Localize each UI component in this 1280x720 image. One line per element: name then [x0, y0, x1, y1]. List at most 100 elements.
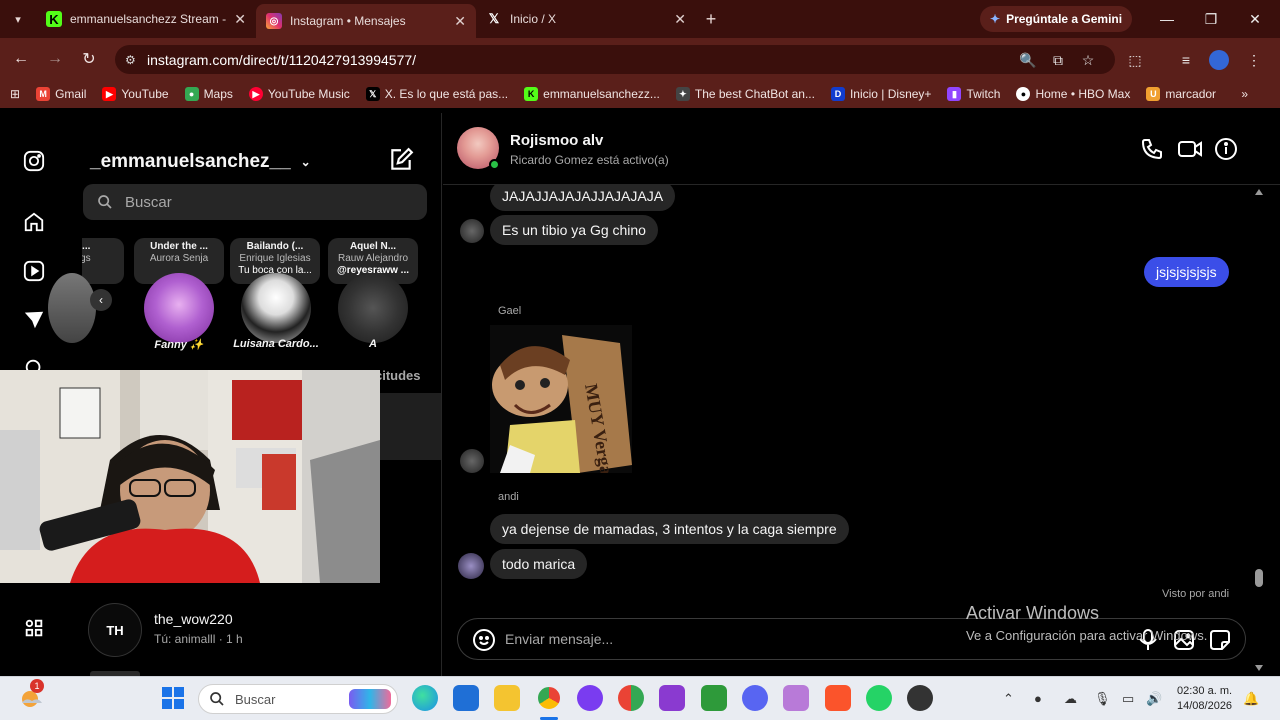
more-bookmarks-icon[interactable]: » [1233, 87, 1280, 101]
avatar[interactable] [144, 273, 214, 343]
copilot-icon[interactable] [577, 685, 603, 711]
message-bubble[interactable]: Es un tibio ya Gg chino [490, 215, 658, 245]
picsart-icon[interactable] [659, 685, 685, 711]
microphone-icon[interactable]: 🎙 [1094, 691, 1111, 707]
taskbar-search[interactable]: Buscar [198, 684, 398, 714]
bookmark-gmail[interactable]: M Gmail [28, 87, 94, 101]
tray-app-icon[interactable]: ● [1034, 691, 1042, 706]
close-tab-icon[interactable]: ✕ [674, 11, 686, 28]
sticker[interactable]: MUY Verga [490, 325, 632, 476]
tab-x[interactable]: 𝕏 Inicio / X ✕ [476, 0, 696, 38]
forward-icon[interactable]: → [38, 42, 72, 76]
home-icon[interactable] [21, 209, 47, 235]
install-app-icon[interactable]: ⧉ [1046, 48, 1070, 72]
bookmark-twitch[interactable]: ▮ Twitch [939, 87, 1008, 101]
bookmark-chatbot[interactable]: ✦ The best ChatBot an... [668, 87, 823, 101]
avatar[interactable] [460, 449, 484, 473]
minimize-button[interactable]: — [1145, 0, 1189, 38]
message-bubble[interactable]: JAJAJJAJAJAJJAJAJAJA [490, 185, 676, 211]
media-controls-icon[interactable]: ≡ [1174, 48, 1198, 72]
edge-icon[interactable] [412, 685, 438, 711]
close-tab-icon[interactable]: ✕ [234, 11, 246, 28]
apps-grid-icon[interactable]: ⊞ [0, 87, 28, 101]
avatar[interactable] [460, 219, 484, 243]
reload-icon[interactable]: ↻ [72, 42, 106, 76]
chrome-canary-icon[interactable] [618, 685, 644, 711]
show-hidden-icons[interactable]: ⌃ [1003, 691, 1014, 707]
extensions-icon[interactable]: ⬚ [1123, 48, 1147, 72]
address-bar[interactable]: ⚙ instagram.com/direct/t/112042791399457… [115, 45, 1115, 74]
avatar[interactable] [48, 273, 96, 343]
game-launcher-icon[interactable] [701, 685, 727, 711]
close-window-button[interactable]: ✕ [1233, 0, 1277, 38]
tab-kick[interactable]: K emmanuelsanchezz Stream - W ✕ [36, 0, 256, 38]
scroll-up-arrow[interactable] [1255, 189, 1263, 195]
start-button[interactable] [162, 687, 184, 709]
message-bubble[interactable]: ya dejense de mamadas, 3 intentos y la c… [490, 514, 849, 544]
gemini-button[interactable]: ✦ Pregúntale a Gemini [980, 6, 1133, 32]
zoom-icon[interactable]: 🔍 [1016, 48, 1040, 72]
restore-button[interactable]: ❐ [1189, 0, 1233, 38]
volume-icon[interactable]: 🔊 [1146, 691, 1162, 707]
more-apps-icon[interactable] [21, 615, 47, 641]
site-info-icon[interactable]: ⚙ [125, 53, 147, 67]
network-icon[interactable]: ▭ [1122, 691, 1134, 707]
avatar[interactable] [241, 273, 311, 343]
new-tab-button[interactable]: + [696, 9, 726, 30]
bookmark-youtube[interactable]: ▶ YouTube [94, 87, 176, 101]
messages-icon[interactable] [21, 307, 47, 333]
info-icon[interactable] [1214, 137, 1240, 163]
x-icon: 𝕏 [365, 87, 380, 101]
seen-status: Visto por andi [1162, 588, 1230, 600]
scrollbar[interactable] [1253, 185, 1265, 675]
scroll-thumb[interactable] [1255, 569, 1263, 587]
instagram-logo-icon[interactable] [21, 148, 47, 174]
avatar[interactable] [338, 273, 408, 343]
bookmark-youtube-music[interactable]: ▶ YouTube Music [241, 87, 358, 101]
sticker-icon[interactable] [1208, 628, 1232, 652]
chrome-icon[interactable] [536, 685, 562, 711]
video-call-icon[interactable] [1177, 137, 1203, 163]
message-input[interactable]: Enviar mensaje... [505, 631, 613, 647]
snipping-tool-icon[interactable] [783, 685, 809, 711]
onedrive-icon[interactable]: ☁ [1064, 691, 1077, 707]
scroll-down-arrow[interactable] [1255, 665, 1263, 671]
bookmark-marcador[interactable]: Umarcador [1138, 87, 1224, 101]
requests-link[interactable]: citudes [375, 368, 421, 383]
note-sub: Hags [82, 253, 91, 264]
message-bubble[interactable]: todo marica [490, 549, 588, 579]
carousel-prev-button[interactable]: ‹ [90, 289, 112, 311]
search-input[interactable]: Buscar [83, 184, 427, 220]
message-bubble[interactable]: jsjsjsjsjsjs [1144, 257, 1229, 287]
store-icon[interactable] [453, 685, 479, 711]
file-explorer-icon[interactable] [494, 685, 520, 711]
close-tab-icon[interactable]: ✕ [454, 13, 466, 30]
bookmark-x[interactable]: 𝕏 X. Es lo que está pas... [358, 87, 516, 101]
brave-icon[interactable] [825, 685, 851, 711]
note-item[interactable]: am...Hags [82, 238, 124, 284]
back-icon[interactable]: ← [4, 42, 38, 76]
notifications-icon[interactable]: 🔔 [1243, 691, 1259, 707]
bookmark-hbo[interactable]: ● Home • HBO Max [1008, 87, 1138, 101]
clock[interactable]: 02:30 a. m. 14/08/2026 [1177, 684, 1232, 714]
reels-icon[interactable] [21, 258, 47, 284]
bookmark-disney[interactable]: D Inicio | Disney+ [823, 87, 940, 101]
tab-instagram[interactable]: ◎ Instagram • Mensajes ✕ [256, 4, 476, 38]
emoji-icon[interactable] [472, 628, 496, 652]
bookmark-kick[interactable]: Kemmanuelsanchezz... [516, 87, 668, 101]
discord-icon[interactable] [742, 685, 768, 711]
conversation-title[interactable]: Rojismoo alv [510, 132, 603, 149]
menu-kebab-icon[interactable]: ⋮ [1242, 48, 1266, 72]
new-message-icon[interactable] [388, 147, 414, 173]
avatar[interactable] [458, 553, 484, 579]
bookmark-maps[interactable]: ● Maps [177, 87, 241, 101]
phone-icon[interactable] [1140, 137, 1166, 163]
tab-search-button[interactable]: ▾ [0, 0, 36, 38]
bookmark-star-icon[interactable]: ☆ [1076, 48, 1100, 72]
obs-icon[interactable] [907, 685, 933, 711]
account-switcher[interactable]: _emmanuelsanchez__ ⌄ [90, 151, 311, 173]
chat-list-item[interactable]: TH the_wow220 Tú: animalll · 1 h [68, 595, 441, 663]
weather-icon[interactable]: 1 [18, 679, 44, 711]
profile-avatar[interactable] [1207, 48, 1231, 72]
whatsapp-icon[interactable] [866, 685, 892, 711]
